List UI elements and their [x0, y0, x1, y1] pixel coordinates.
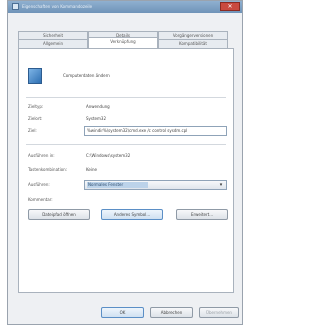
- open-location-button[interactable]: Dateipfad öffnen: [28, 209, 90, 220]
- tab-general[interactable]: Allgemein: [18, 39, 88, 48]
- comment-label: Kommentar:: [28, 197, 53, 202]
- apply-button[interactable]: Übernehmen: [199, 307, 239, 318]
- window-title: Eigenschaften von Kommandozeile: [22, 4, 93, 9]
- cancel-button[interactable]: Abbrechen: [150, 307, 193, 318]
- tab-shortcut[interactable]: Verknüpfung: [88, 37, 158, 48]
- program-icon: [28, 68, 42, 84]
- divider: [26, 97, 226, 98]
- start-in-label: Ausführen in:: [28, 153, 55, 158]
- target-type-value: Anwendung: [86, 104, 110, 109]
- chevron-down-icon: ▾: [219, 182, 223, 188]
- target-field[interactable]: %windir%\system32\cmd.exe /c control sys…: [84, 126, 227, 136]
- tab-compatibility[interactable]: Kompatibilität: [158, 39, 228, 48]
- target-location-label: Zielort:: [28, 116, 43, 121]
- start-in-value[interactable]: C:\Windows\system32: [86, 153, 130, 158]
- close-button[interactable]: ✕: [220, 2, 240, 11]
- run-select[interactable]: Normales Fenster ▾: [84, 180, 227, 190]
- run-select-value: Normales Fenster: [87, 182, 148, 188]
- shortcut-key-label: Tastenkombination:: [28, 167, 68, 172]
- title-bar[interactable]: Eigenschaften von Kommandozeile ✕: [8, 1, 242, 13]
- target-label: Ziel:: [28, 128, 37, 133]
- target-type-label: Zieltyp:: [28, 104, 44, 109]
- shortcut-key-value[interactable]: Keine: [86, 167, 97, 172]
- run-label: Ausführen:: [28, 182, 50, 187]
- change-icon-button[interactable]: Anderes Symbol...: [101, 209, 163, 220]
- target-location-value: System32: [86, 116, 107, 121]
- ok-button[interactable]: OK: [101, 307, 144, 318]
- advanced-button[interactable]: Erweitert...: [176, 209, 228, 220]
- program-name: Computerdaten ändern: [63, 73, 110, 78]
- shortcut-icon: [12, 3, 19, 10]
- properties-dialog: Eigenschaften von Kommandozeile ✕ Sicher…: [7, 0, 243, 325]
- tab-row-front: Allgemein Verknüpfung Kompatibilität: [18, 37, 228, 48]
- divider: [26, 144, 226, 145]
